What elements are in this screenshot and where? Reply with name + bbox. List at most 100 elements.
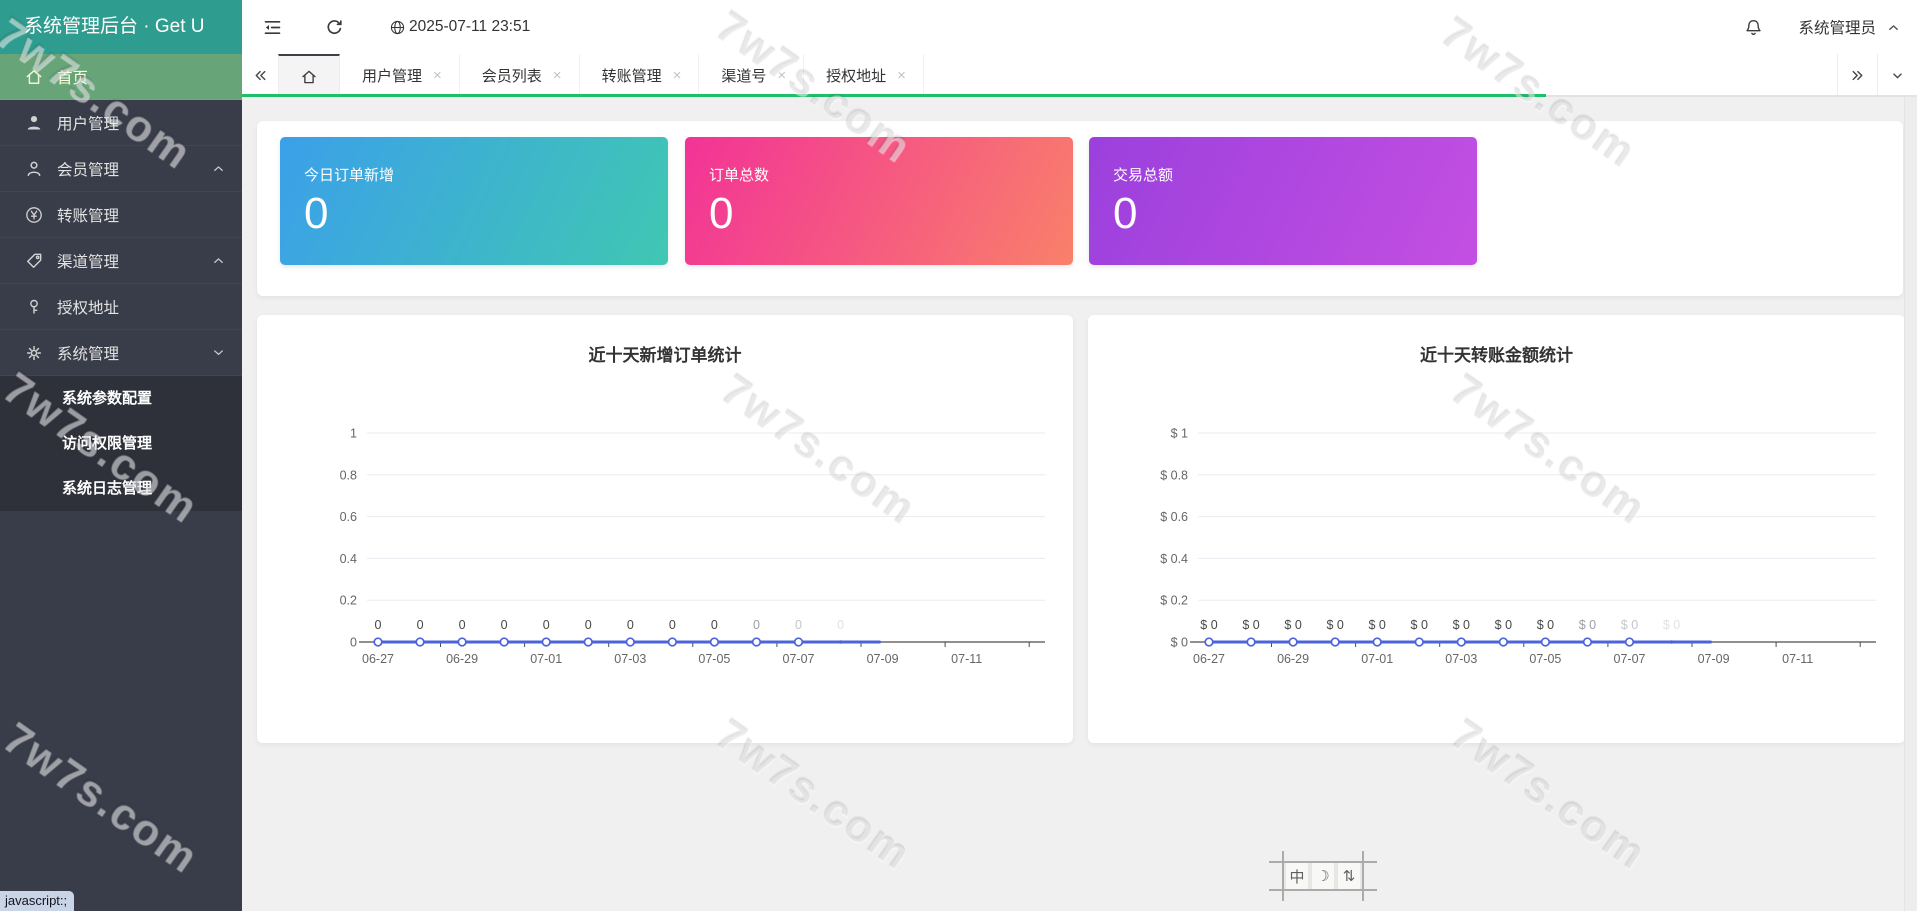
key-icon — [24, 297, 44, 317]
tabs-menu-icon[interactable] — [1877, 54, 1917, 97]
submenu-item-system-logs[interactable]: 系统日志管理 — [0, 466, 242, 511]
sidebar-item-channels[interactable]: 渠道管理 — [0, 238, 242, 284]
svg-text:07-03: 07-03 — [614, 652, 646, 666]
svg-text:$ 0.2: $ 0.2 — [1160, 594, 1188, 608]
svg-text:$ 0: $ 0 — [1579, 618, 1596, 632]
refresh-icon[interactable] — [317, 10, 351, 44]
stat-value: 0 — [1113, 189, 1137, 239]
tab-bar: 用户管理 × 会员列表 × 转账管理 × 渠道号 × 授权地址 × — [242, 54, 1917, 97]
sidebar-collapse-icon[interactable] — [255, 10, 289, 44]
tab-home[interactable] — [278, 54, 340, 97]
tab-label: 授权地址 — [826, 65, 886, 86]
svg-text:07-05: 07-05 — [1529, 652, 1561, 666]
svg-text:1: 1 — [350, 427, 357, 441]
svg-text:$ 1: $ 1 — [1171, 427, 1188, 441]
sidebar-item-auth-address[interactable]: 授权地址 — [0, 284, 242, 330]
sidebar-item-label: 用户管理 — [57, 112, 119, 134]
sidebar: 系统管理后台 · Get U 首页 用户管理 会员管理 — [0, 0, 242, 911]
svg-text:$ 0: $ 0 — [1369, 618, 1386, 632]
tab-label: 转账管理 — [602, 65, 662, 86]
svg-text:0.8: 0.8 — [340, 468, 357, 482]
clock-display: 2025-07-11 23:51 — [389, 18, 530, 36]
svg-text:0: 0 — [711, 618, 718, 632]
svg-text:0: 0 — [837, 618, 844, 632]
home-icon — [24, 67, 44, 87]
sidebar-item-members[interactable]: 会员管理 — [0, 146, 242, 192]
stat-label: 今日订单新增 — [304, 164, 394, 185]
submenu-item-system-params[interactable]: 系统参数配置 — [0, 376, 242, 421]
chevron-up-icon — [1886, 20, 1901, 35]
tab-channel-no[interactable]: 渠道号 × — [699, 54, 804, 97]
chart-title: 近十天新增订单统计 — [257, 341, 1073, 366]
stat-label: 订单总数 — [709, 164, 769, 185]
stat-card-total-orders: 订单总数 0 — [685, 137, 1073, 265]
svg-text:$ 0.8: $ 0.8 — [1160, 468, 1188, 482]
sidebar-item-label: 首页 — [57, 66, 88, 88]
tabs-scroll-left-icon[interactable] — [242, 54, 278, 97]
home-icon — [300, 68, 318, 86]
sidebar-item-home[interactable]: 首页 — [0, 54, 242, 100]
close-icon[interactable]: × — [553, 68, 562, 83]
gear-icon — [24, 343, 44, 363]
svg-text:0: 0 — [375, 618, 382, 632]
chevron-down-icon — [211, 345, 226, 360]
system-submenu: 系统参数配置 访问权限管理 系统日志管理 — [0, 376, 242, 511]
svg-text:$ 0: $ 0 — [1453, 618, 1470, 632]
member-icon — [24, 159, 44, 179]
svg-text:07-03: 07-03 — [1445, 652, 1477, 666]
svg-text:$ 0: $ 0 — [1663, 618, 1680, 632]
stamp-frame-line — [1269, 889, 1377, 891]
loading-progress-bar — [242, 94, 1546, 97]
swap-arrows-icon[interactable]: ⇅ — [1338, 863, 1360, 889]
tabs-scroll-right-icon[interactable] — [1837, 54, 1877, 97]
sidebar-item-users[interactable]: 用户管理 — [0, 100, 242, 146]
svg-text:0: 0 — [753, 618, 760, 632]
link-status-bubble: javascript:; — [0, 891, 74, 911]
app-title: 系统管理后台 · Get U — [0, 0, 242, 54]
svg-text:07-07: 07-07 — [1614, 652, 1646, 666]
sidebar-item-label: 转账管理 — [57, 204, 119, 226]
svg-text:07-07: 07-07 — [783, 652, 815, 666]
tab-label: 渠道号 — [721, 65, 766, 86]
svg-text:06-29: 06-29 — [446, 652, 478, 666]
close-icon[interactable]: × — [433, 68, 442, 83]
language-zh-button[interactable]: 中 — [1286, 863, 1308, 889]
close-icon[interactable]: × — [673, 68, 682, 83]
chevron-up-icon — [211, 161, 226, 176]
svg-text:06-27: 06-27 — [1193, 652, 1225, 666]
sidebar-item-system[interactable]: 系统管理 — [0, 330, 242, 376]
tag-icon — [24, 251, 44, 271]
svg-text:$ 0: $ 0 — [1326, 618, 1343, 632]
svg-text:$ 0: $ 0 — [1495, 618, 1512, 632]
chart-title: 近十天转账金额统计 — [1088, 341, 1905, 366]
scrollbar[interactable] — [1904, 97, 1917, 911]
tab-transfers[interactable]: 转账管理 × — [580, 54, 700, 97]
svg-text:0: 0 — [417, 618, 424, 632]
svg-text:$ 0.4: $ 0.4 — [1160, 552, 1188, 566]
submenu-item-access-rights[interactable]: 访问权限管理 — [0, 421, 242, 466]
dark-mode-moon-icon[interactable]: ☽ — [1312, 863, 1334, 889]
bell-icon[interactable] — [1736, 10, 1770, 44]
close-icon[interactable]: × — [897, 68, 906, 83]
svg-text:06-27: 06-27 — [362, 652, 394, 666]
svg-text:0: 0 — [350, 636, 357, 650]
close-icon[interactable]: × — [777, 68, 786, 83]
stamp-frame-line — [1362, 851, 1364, 901]
stat-value: 0 — [304, 189, 328, 239]
tab-auth-address[interactable]: 授权地址 × — [804, 54, 924, 97]
tab-users[interactable]: 用户管理 × — [340, 54, 460, 97]
svg-text:06-29: 06-29 — [1277, 652, 1309, 666]
sidebar-item-label: 渠道管理 — [57, 250, 119, 272]
svg-text:07-09: 07-09 — [1698, 652, 1730, 666]
sidebar-item-transfers[interactable]: 转账管理 — [0, 192, 242, 238]
user-menu[interactable]: 系统管理员 — [1798, 16, 1917, 38]
svg-text:0: 0 — [795, 618, 802, 632]
tab-member-list[interactable]: 会员列表 × — [460, 54, 580, 97]
sidebar-item-label: 会员管理 — [57, 158, 119, 180]
stat-value: 0 — [709, 189, 733, 239]
admin-dashboard: 系统管理后台 · Get U 首页 用户管理 会员管理 — [0, 0, 1917, 911]
svg-text:0: 0 — [669, 618, 676, 632]
svg-text:0: 0 — [585, 618, 592, 632]
svg-text:$ 0.6: $ 0.6 — [1160, 510, 1188, 524]
top-header: 2025-07-11 23:51 系统管理员 — [242, 0, 1917, 55]
